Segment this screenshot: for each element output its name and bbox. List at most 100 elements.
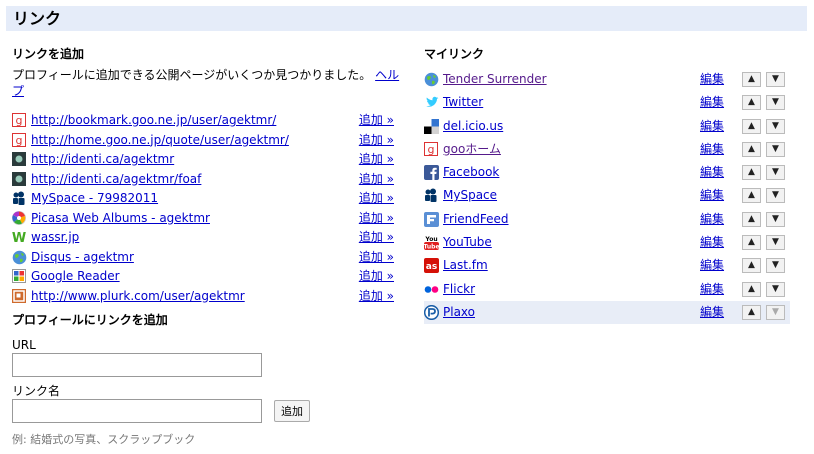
move-down-button[interactable]: ▼ [766,95,785,111]
move-up-button[interactable]: ▲ [742,118,761,134]
edit-link-button[interactable]: 編集 [700,184,724,207]
youtube-icon: You Tube [424,235,439,251]
link-name-input[interactable] [12,399,262,423]
add-links-description: プロフィールに追加できる公開ページがいくつか見つかりました。 ヘルプ [12,68,400,98]
suggested-link[interactable]: http://www.plurk.com/user/agektmr [31,289,245,303]
suggested-link[interactable]: Disqus - agektmr [31,250,134,264]
my-link-row: Plaxo 編集 ▲ ▼ [424,300,790,325]
suggested-link-row: Picasa Web Albums - agektmr 追加 » [12,209,400,229]
edit-link-button[interactable]: 編集 [700,161,724,184]
picasa-icon [12,210,26,225]
add-link-button[interactable]: 追加 [274,400,310,422]
url-input[interactable] [12,353,262,377]
my-link-row: as Last.fm 編集 ▲ ▼ [424,254,790,277]
add-suggested-link-button[interactable]: 追加 » [359,189,394,209]
edit-link-button[interactable]: 編集 [700,208,724,231]
suggested-link[interactable]: http://bookmark.goo.ne.jp/user/agektmr/ [31,113,276,127]
move-up-button[interactable]: ▲ [742,165,761,181]
move-down-button[interactable]: ▼ [766,188,785,204]
edit-link-button[interactable]: 編集 [700,231,724,254]
my-link-row: Tender Surrender 編集 ▲ ▼ [424,68,790,91]
suggested-link[interactable]: Picasa Web Albums - agektmr [31,211,210,225]
add-suggested-link-button[interactable]: 追加 » [359,150,394,170]
reader-icon [12,269,26,283]
add-links-heading: リンクを追加 [12,47,85,61]
my-link[interactable]: FriendFeed [443,212,509,226]
my-link-row: Twitter 編集 ▲ ▼ [424,91,790,114]
edit-link-button[interactable]: 編集 [700,138,724,161]
svg-text:You: You [424,236,437,243]
wassr-icon: W [12,230,26,244]
edit-link-button[interactable]: 編集 [700,254,724,277]
suggested-link[interactable]: http://identi.ca/agektmr [31,152,174,166]
page-title: リンク [13,9,62,28]
add-suggested-link-button[interactable]: 追加 » [359,111,394,131]
move-down-button[interactable]: ▼ [766,235,785,251]
globe-icon [12,250,27,264]
add-suggested-link-button[interactable]: 追加 » [359,287,394,307]
move-down-button[interactable]: ▼ [766,211,785,227]
move-up-button[interactable]: ▲ [742,281,761,297]
move-down-button[interactable]: ▼ [766,304,785,320]
move-up-button[interactable]: ▲ [742,95,761,111]
add-suggested-link-button[interactable]: 追加 » [359,228,394,248]
add-suggested-link-button[interactable]: 追加 » [359,209,394,229]
edit-link-button[interactable]: 編集 [700,68,724,91]
move-up-button[interactable]: ▲ [742,141,761,157]
link-name-label: リンク名 [12,384,61,398]
suggested-link[interactable]: MySpace - 79982011 [31,191,158,205]
my-link[interactable]: MySpace [443,188,497,202]
my-link[interactable]: del.icio.us [443,119,503,133]
move-up-button[interactable]: ▲ [742,211,761,227]
suggested-link[interactable]: http://identi.ca/agektmr/foaf [31,172,201,186]
suggested-link[interactable]: Google Reader [31,269,120,283]
my-link[interactable]: Tender Surrender [443,72,547,86]
move-up-button[interactable]: ▲ [742,304,761,320]
add-suggested-link-button[interactable]: 追加 » [359,248,394,268]
move-up-button[interactable]: ▲ [742,72,761,87]
add-links-panel: リンクを追加 プロフィールに追加できる公開ページがいくつか見つかりました。 ヘル… [12,44,400,447]
identica-icon [12,171,26,186]
add-suggested-link-button[interactable]: 追加 » [359,170,394,190]
suggested-link-row: MySpace - 79982011 追加 » [12,189,400,209]
edit-link-button[interactable]: 編集 [700,278,724,301]
add-suggested-link-button[interactable]: 追加 » [359,267,394,287]
move-down-button[interactable]: ▼ [766,72,785,87]
move-up-button[interactable]: ▲ [742,258,761,274]
my-link-row: Flickr 編集 ▲ ▼ [424,278,790,301]
my-link[interactable]: Twitter [443,95,483,109]
suggested-link-row: http://identi.ca/agektmr/foaf 追加 » [12,170,400,190]
edit-link-button[interactable]: 編集 [700,301,724,324]
move-down-button[interactable]: ▼ [766,165,785,181]
my-link-row: g gooホーム 編集 ▲ ▼ [424,138,790,161]
lastfm-icon: as [424,258,439,274]
suggested-link[interactable]: http://home.goo.ne.jp/quote/user/agektmr… [31,133,289,147]
svg-text:g: g [16,114,23,127]
suggested-link[interactable]: wassr.jp [31,230,79,244]
suggested-link-row: http://www.plurk.com/user/agektmr 追加 » [12,287,400,307]
move-down-button[interactable]: ▼ [766,258,785,274]
move-down-button[interactable]: ▼ [766,118,785,134]
edit-link-button[interactable]: 編集 [700,91,724,114]
my-link[interactable]: Last.fm [443,258,488,272]
suggested-links-list: g http://bookmark.goo.ne.jp/user/agektmr/… [12,111,400,306]
twitter-icon [424,95,439,110]
my-link[interactable]: YouTube [443,235,492,249]
my-link[interactable]: gooホーム [443,142,501,156]
move-up-button[interactable]: ▲ [742,235,761,251]
my-link[interactable]: Flickr [443,282,475,296]
edit-link-button[interactable]: 編集 [700,115,724,138]
goo-icon: g [12,132,26,147]
my-link[interactable]: Plaxo [443,305,475,319]
move-up-button[interactable]: ▲ [742,188,761,204]
svg-text:as: as [426,262,437,272]
add-suggested-link-button[interactable]: 追加 » [359,131,394,151]
globe-icon [424,72,439,87]
link-name-hint: 例: 結婚式の写真、スクラップブック [12,433,196,446]
move-down-button[interactable]: ▼ [766,141,785,157]
move-down-button[interactable]: ▼ [766,281,785,297]
goo-icon: g [12,113,26,127]
plurk-icon [12,288,26,303]
my-link[interactable]: Facebook [443,165,499,179]
my-links-heading: マイリンク [424,47,485,61]
